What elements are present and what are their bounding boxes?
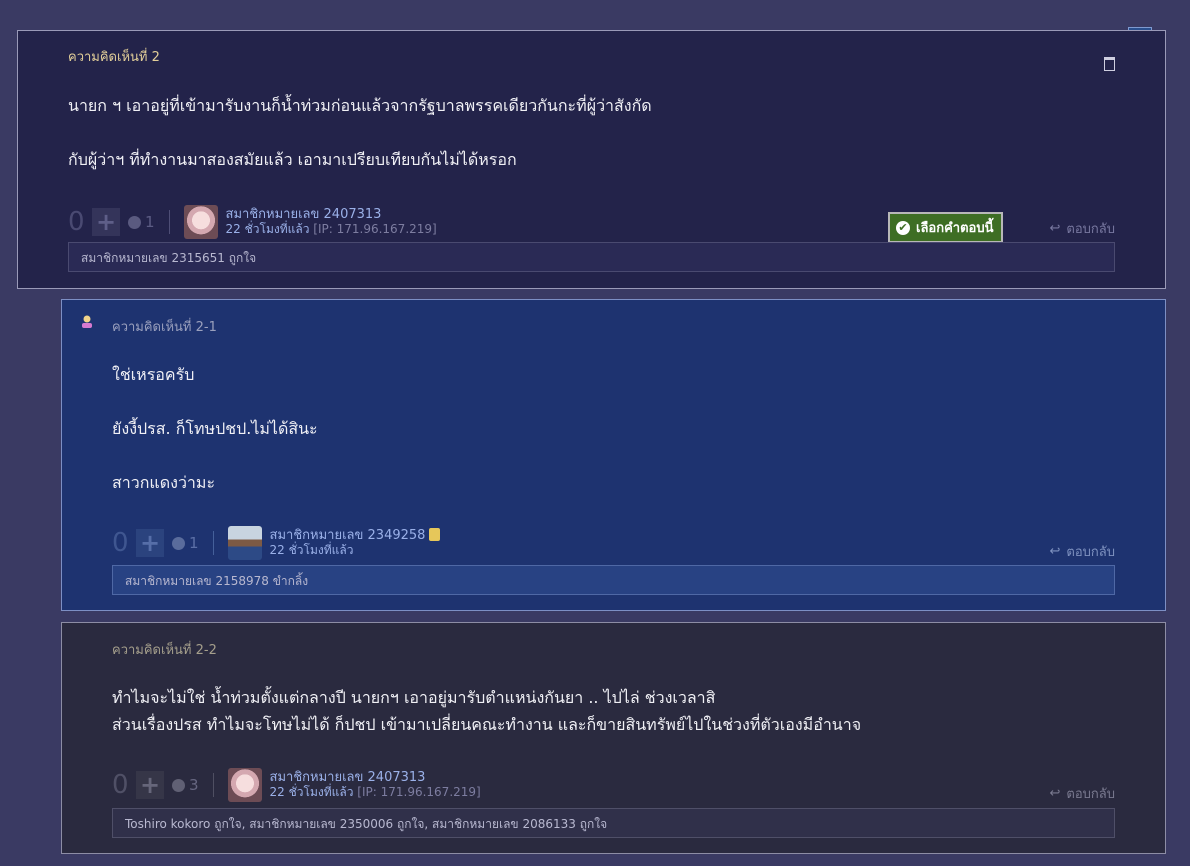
post-time: 22 ชั่วโมงที่แล้ว: [225, 222, 310, 236]
comment-number: ความคิดเห็นที่ 2-2: [112, 643, 217, 658]
comment-line: ส่วนเรื่องปรส ทำไมจะโทษไม่ได้ ก็ปชป เข้า…: [112, 715, 862, 734]
comment-line: ทำไมจะไม่ใช่ น้ำท่วมตั้งแต่กลางปี นายกฯ …: [112, 688, 716, 707]
comment-body: ใช่เหรอครับ ยังงี้ปรส. ก็โทษปชป.ไม่ได้สิ…: [112, 361, 318, 496]
likes-list: สมาชิกหมายเลข 2158978 ขำกลิ้ง: [112, 565, 1115, 595]
username[interactable]: สมาชิกหมายเลข 2407313: [270, 770, 481, 785]
comment-body: ทำไมจะไม่ใช่ น้ำท่วมตั้งแต่กลางปี นายกฯ …: [112, 684, 861, 738]
avatar[interactable]: [183, 205, 218, 239]
likes-list: สมาชิกหมายเลข 2315651 ถูกใจ: [68, 242, 1115, 272]
reply-label: ตอบกลับ: [1066, 787, 1115, 802]
emotion-count: 1: [145, 213, 155, 231]
emotion-icon[interactable]: [172, 778, 185, 792]
choose-answer-button[interactable]: ✔ เลือกคำตอบนี้: [888, 212, 1004, 243]
post-time: 22 ชั่วโมงที่แล้ว: [269, 785, 354, 799]
reply-button[interactable]: ↩ ตอบกลับ: [1050, 218, 1116, 239]
vote-count: 0: [68, 207, 85, 237]
comment-line: ใช่เหรอครับ: [112, 365, 195, 384]
member-badge-icon: [429, 528, 441, 541]
plus-vote-button[interactable]: +: [136, 771, 164, 799]
vote-count: 0: [112, 528, 129, 558]
emotion-count: 1: [189, 534, 199, 552]
divider: [168, 210, 170, 234]
comment-body: นายก ฯ เอาอยู่ที่เข้ามารับงานก็น้ำท่วมก่…: [68, 92, 652, 173]
vote-row: 0 + 3 สมาชิกหมายเลข 2407313 22 ชั่วโมงที…: [112, 768, 481, 802]
reply-label: ตอบกลับ: [1066, 545, 1115, 560]
choose-answer-label: เลือกคำตอบนี้: [916, 221, 994, 236]
emotion-icon[interactable]: [128, 215, 141, 229]
comment-line: ยังงี้ปรส. ก็โทษปชป.ไม่ได้สินะ: [112, 419, 318, 438]
divider: [212, 773, 214, 797]
comment-line: สาวกแดงว่ามะ: [112, 473, 216, 492]
vote-count: 0: [112, 770, 129, 800]
avatar[interactable]: [227, 526, 262, 560]
likes-list: Toshiro kokoro ถูกใจ, สมาชิกหมายเลข 2350…: [112, 808, 1115, 838]
post-time: 22 ชั่วโมงที่แล้ว: [269, 543, 354, 557]
reply-icon: ↩: [1049, 544, 1061, 559]
vote-row: 0 + 1 สมาชิกหมายเลข 2407313 22 ชั่วโมงที…: [68, 205, 437, 239]
reply-label: ตอบกลับ: [1066, 222, 1115, 237]
emotion-count: 3: [189, 776, 199, 794]
check-icon: ✔: [896, 220, 910, 235]
comment-card: ความคิดเห็นที่ 2 นายก ฯ เอาอยู่ที่เข้ามา…: [17, 30, 1166, 289]
comment-line: นายก ฯ เอาอยู่ที่เข้ามารับงานก็น้ำท่วมก่…: [68, 96, 652, 115]
comment-card: ความคิดเห็นที่ 2-2 ทำไมจะไม่ใช่ น้ำท่วมต…: [61, 622, 1166, 854]
ip-address: [IP: 171.96.167.219]: [313, 222, 437, 236]
ip-address: [IP: 171.96.167.219]: [357, 785, 481, 799]
reply-button[interactable]: ↩ ตอบกลับ: [1050, 783, 1116, 804]
username[interactable]: สมาชิกหมายเลข 2407313: [226, 207, 437, 222]
reply-icon: ↩: [1049, 786, 1061, 801]
comment-number: ความคิดเห็นที่ 2: [68, 50, 160, 65]
user-info: สมาชิกหมายเลข 2407313 22 ชั่วโมงที่แล้ว …: [226, 207, 437, 237]
user-info: สมาชิกหมายเลข 2407313 22 ชั่วโมงที่แล้ว …: [270, 770, 481, 800]
plus-vote-button[interactable]: +: [92, 208, 120, 236]
reply-button[interactable]: ↩ ตอบกลับ: [1050, 541, 1116, 562]
divider: [212, 531, 214, 555]
username[interactable]: สมาชิกหมายเลข 2349258: [270, 528, 426, 543]
comment-number: ความคิดเห็นที่ 2-1: [112, 320, 217, 335]
vote-row: 0 + 1 สมาชิกหมายเลข 2349258 22 ชั่วโมงที…: [112, 526, 441, 560]
comment-line: กับผู้ว่าฯ ที่ทำงานมาสองสมัยแล้ว เอามาเป…: [68, 150, 517, 169]
user-info: สมาชิกหมายเลข 2349258 22 ชั่วโมงที่แล้ว: [270, 528, 441, 558]
trash-icon[interactable]: [1104, 57, 1115, 71]
reply-icon: ↩: [1049, 221, 1061, 236]
owner-icon: [82, 315, 92, 328]
comment-card: ความคิดเห็นที่ 2-1 ใช่เหรอครับ ยังงี้ปรส…: [61, 299, 1166, 611]
emotion-icon[interactable]: [172, 536, 185, 550]
avatar[interactable]: [227, 768, 262, 802]
plus-vote-button[interactable]: +: [136, 529, 164, 557]
